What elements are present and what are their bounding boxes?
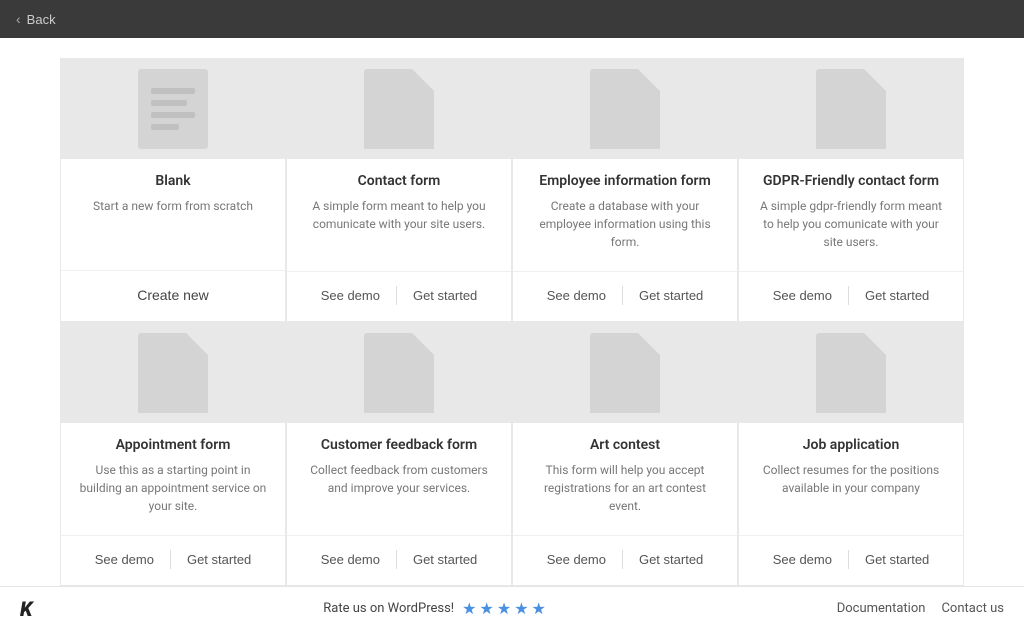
card-thumbnail-gdpr <box>739 59 963 159</box>
get-started-button-contact[interactable]: Get started <box>397 284 493 307</box>
card-thumbnail-job <box>739 323 963 423</box>
card-desc-job: Collect resumes for the positions availa… <box>755 461 947 515</box>
form-icon-feedback <box>364 333 434 413</box>
card-title-contact: Contact form <box>358 173 441 189</box>
card-job-application: Job application Collect resumes for the … <box>738 322 964 586</box>
card-actions-gdpr: See demo Get started <box>739 271 963 321</box>
documentation-link[interactable]: Documentation <box>837 601 926 616</box>
card-desc-contact: A simple form meant to help you comunica… <box>303 197 495 251</box>
get-started-button-feedback[interactable]: Get started <box>397 548 493 571</box>
card-thumbnail-blank <box>61 59 285 159</box>
get-started-button-appointment[interactable]: Get started <box>171 548 267 571</box>
see-demo-button-art[interactable]: See demo <box>531 548 622 571</box>
contact-us-link[interactable]: Contact us <box>941 601 1004 616</box>
get-started-button-employee[interactable]: Get started <box>623 284 719 307</box>
form-icon-appointment <box>138 333 208 413</box>
card-actions-employee: See demo Get started <box>513 271 737 321</box>
card-actions-feedback: See demo Get started <box>287 535 511 585</box>
get-started-button-art[interactable]: Get started <box>623 548 719 571</box>
card-customer-feedback: Customer feedback form Collect feedback … <box>286 322 512 586</box>
see-demo-button-appointment[interactable]: See demo <box>79 548 170 571</box>
card-thumbnail-appointment <box>61 323 285 423</box>
card-desc-blank: Start a new form from scratch <box>93 197 253 250</box>
form-icon-contact <box>364 69 434 149</box>
chevron-left-icon: ‹ <box>16 11 21 27</box>
card-body-employee: Employee information form Create a datab… <box>513 159 737 261</box>
card-body-blank: Blank Start a new form from scratch <box>61 159 285 260</box>
card-employee-info: Employee information form Create a datab… <box>512 58 738 322</box>
card-title-blank: Blank <box>155 173 190 189</box>
star-4: ★ <box>514 599 528 618</box>
card-art-contest: Art contest This form will help you acce… <box>512 322 738 586</box>
see-demo-button-employee[interactable]: See demo <box>531 284 622 307</box>
card-title-art: Art contest <box>590 437 660 453</box>
card-appointment: Appointment form Use this as a starting … <box>60 322 286 586</box>
bottom-links: Documentation Contact us <box>837 601 1004 616</box>
card-title-employee: Employee information form <box>539 173 711 189</box>
form-icon-gdpr <box>816 69 886 149</box>
card-contact-form: Contact form A simple form meant to help… <box>286 58 512 322</box>
see-demo-button-feedback[interactable]: See demo <box>305 548 396 571</box>
blank-icon <box>138 69 208 149</box>
card-thumbnail-art <box>513 323 737 423</box>
get-started-button-job[interactable]: Get started <box>849 548 945 571</box>
form-icon-art <box>590 333 660 413</box>
card-desc-appointment: Use this as a starting point in building… <box>77 461 269 515</box>
templates-grid: Blank Start a new form from scratch Crea… <box>60 58 964 586</box>
bottom-bar: K Rate us on WordPress! ★ ★ ★ ★ ★ Docume… <box>0 586 1024 630</box>
card-actions-blank: Create new <box>61 270 285 321</box>
get-started-button-gdpr[interactable]: Get started <box>849 284 945 307</box>
card-body-gdpr: GDPR-Friendly contact form A simple gdpr… <box>739 159 963 261</box>
star-2: ★ <box>480 599 494 618</box>
card-title-job: Job application <box>803 437 900 453</box>
star-5: ★ <box>532 599 546 618</box>
card-desc-art: This form will help you accept registrat… <box>529 461 721 515</box>
logo: K <box>20 597 32 621</box>
bottom-center: Rate us on WordPress! ★ ★ ★ ★ ★ <box>323 599 546 618</box>
card-gdpr: GDPR-Friendly contact form A simple gdpr… <box>738 58 964 322</box>
star-1: ★ <box>462 599 476 618</box>
back-button[interactable]: ‹ Back <box>16 11 56 27</box>
top-bar: ‹ Back <box>0 0 1024 38</box>
card-desc-feedback: Collect feedback from customers and impr… <box>303 461 495 515</box>
star-3: ★ <box>497 599 511 618</box>
card-desc-employee: Create a database with your employee inf… <box>529 197 721 251</box>
card-actions-contact: See demo Get started <box>287 271 511 321</box>
card-title-gdpr: GDPR-Friendly contact form <box>763 173 939 189</box>
see-demo-button-contact[interactable]: See demo <box>305 284 396 307</box>
card-title-appointment: Appointment form <box>116 437 231 453</box>
card-actions-job: See demo Get started <box>739 535 963 585</box>
card-desc-gdpr: A simple gdpr-friendly form meant to hel… <box>755 197 947 251</box>
see-demo-button-job[interactable]: See demo <box>757 548 848 571</box>
card-blank: Blank Start a new form from scratch Crea… <box>60 58 286 322</box>
star-rating[interactable]: ★ ★ ★ ★ ★ <box>462 599 546 618</box>
form-icon-employee <box>590 69 660 149</box>
create-new-button[interactable]: Create new <box>121 283 225 307</box>
form-icon-job <box>816 333 886 413</box>
card-actions-art: See demo Get started <box>513 535 737 585</box>
card-thumbnail-contact <box>287 59 511 159</box>
back-label: Back <box>27 12 56 27</box>
main-content: Blank Start a new form from scratch Crea… <box>0 38 1024 586</box>
card-thumbnail-employee <box>513 59 737 159</box>
card-title-feedback: Customer feedback form <box>321 437 477 453</box>
card-body-contact: Contact form A simple form meant to help… <box>287 159 511 261</box>
card-actions-appointment: See demo Get started <box>61 535 285 585</box>
card-thumbnail-feedback <box>287 323 511 423</box>
see-demo-button-gdpr[interactable]: See demo <box>757 284 848 307</box>
rate-text: Rate us on WordPress! <box>323 601 454 616</box>
